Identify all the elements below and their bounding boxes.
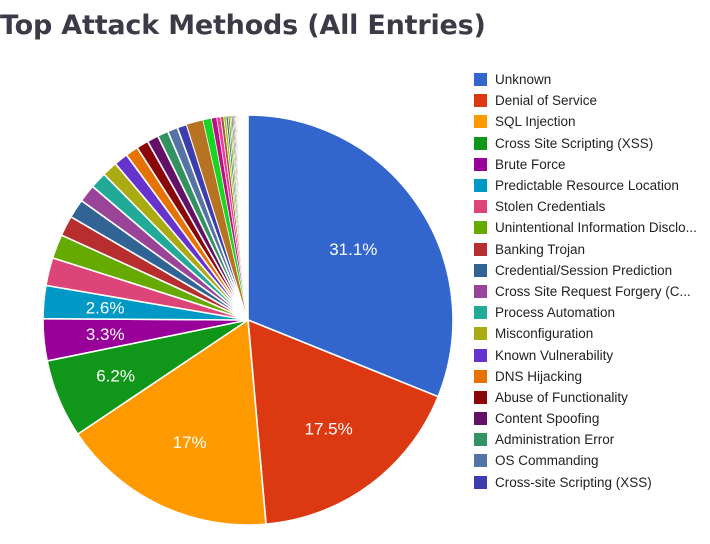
- legend-color-swatch: [474, 179, 487, 193]
- legend-color-swatch: [474, 348, 487, 362]
- pie-plot-area: 31.1% 17.5% 17% 6.2% 3.3% 2.6%: [0, 55, 470, 544]
- legend-color-swatch: [474, 136, 487, 150]
- legend-item-label: Credential/Session Prediction: [495, 262, 673, 278]
- legend-item-label: OS Commanding: [495, 453, 599, 469]
- legend-item-label: Stolen Credentials: [495, 199, 606, 215]
- legend-color-swatch: [474, 369, 487, 383]
- legend-color-swatch: [474, 284, 487, 298]
- legend-item-label: Banking Trojan: [495, 241, 586, 257]
- pie-svg: 31.1% 17.5% 17% 6.2% 3.3% 2.6%: [42, 114, 454, 526]
- legend-item-label: Administration Error: [495, 432, 615, 448]
- legend-color-swatch: [474, 306, 487, 320]
- legend-item-label: Denial of Service: [495, 93, 598, 109]
- legend-item[interactable]: Content Spoofing: [474, 408, 706, 429]
- legend-item[interactable]: Administration Error: [474, 429, 706, 450]
- legend-item[interactable]: Cross Site Request Forgery (C...: [474, 281, 706, 302]
- legend-color-swatch: [474, 73, 487, 87]
- pie-slice-percent-label: 6.2%: [96, 366, 135, 385]
- legend-item[interactable]: Cross-site Scripting (XSS): [474, 472, 706, 493]
- legend-item-label: Cross Site Scripting (XSS): [495, 135, 654, 151]
- legend-color-swatch: [474, 242, 487, 256]
- chart-title: Top Attack Methods (All Entries): [0, 10, 486, 41]
- legend-item[interactable]: Abuse of Functionality: [474, 387, 706, 408]
- legend-color-swatch: [474, 433, 487, 447]
- legend-item-label: DNS Hijacking: [495, 368, 583, 384]
- legend-color-swatch: [474, 412, 487, 426]
- legend-item-label: Process Automation: [495, 305, 616, 321]
- legend-item-label: SQL Injection: [495, 114, 576, 130]
- pie-slice-percent-label: 17%: [173, 433, 207, 452]
- legend-color-swatch: [474, 454, 487, 468]
- legend-color-swatch: [474, 263, 487, 277]
- legend-item[interactable]: Unknown: [474, 69, 706, 90]
- legend-color-swatch: [474, 200, 487, 214]
- legend-item[interactable]: Banking Trojan: [474, 239, 706, 260]
- legend-color-swatch: [474, 390, 487, 404]
- pie-slice-percent-label: 2.6%: [86, 298, 125, 317]
- legend-color-swatch: [474, 221, 487, 235]
- legend-item[interactable]: Denial of Service: [474, 90, 706, 111]
- legend-item-label: Abuse of Functionality: [495, 389, 628, 405]
- pie-slice-percent-label: 3.3%: [86, 325, 125, 344]
- legend-color-swatch: [474, 94, 487, 108]
- legend-item-label: Unintentional Information Disclo...: [495, 220, 697, 236]
- pie-slices-group: [42, 114, 454, 526]
- legend-item[interactable]: Brute Force: [474, 154, 706, 175]
- legend-item[interactable]: Known Vulnerability: [474, 344, 706, 365]
- legend-color-swatch: [474, 475, 487, 489]
- legend-item[interactable]: Credential/Session Prediction: [474, 260, 706, 281]
- legend-item[interactable]: Predictable Resource Location: [474, 175, 706, 196]
- legend-item-label: Brute Force: [495, 156, 566, 172]
- legend-item-label: Content Spoofing: [495, 411, 600, 427]
- legend-item[interactable]: Unintentional Information Disclo...: [474, 217, 706, 238]
- legend-item-label: Cross Site Request Forgery (C...: [495, 283, 691, 299]
- legend-item[interactable]: Stolen Credentials: [474, 196, 706, 217]
- legend-item-label: Predictable Resource Location: [495, 178, 679, 194]
- legend-item-label: Cross-site Scripting (XSS): [495, 474, 652, 490]
- legend-color-swatch: [474, 327, 487, 341]
- legend-item-label: Misconfiguration: [495, 326, 594, 342]
- pie-chart-container: Top Attack Methods (All Entries) 31.1% 17…: [0, 0, 710, 544]
- legend-item[interactable]: Misconfiguration: [474, 323, 706, 344]
- legend-color-swatch: [474, 157, 487, 171]
- legend-item-label: Unknown: [495, 72, 552, 88]
- legend-color-swatch: [474, 115, 487, 129]
- legend-item[interactable]: Cross Site Scripting (XSS): [474, 133, 706, 154]
- legend-item-label: Known Vulnerability: [495, 347, 614, 363]
- pie-slice-percent-label: 31.1%: [329, 240, 377, 259]
- legend-item[interactable]: SQL Injection: [474, 111, 706, 132]
- legend-item[interactable]: DNS Hijacking: [474, 366, 706, 387]
- pie-slice-percent-label: 17.5%: [304, 420, 352, 439]
- chart-legend: Unknown Denial of Service SQL Injection Cro…: [474, 69, 706, 493]
- legend-item[interactable]: Process Automation: [474, 302, 706, 323]
- legend-item[interactable]: OS Commanding: [474, 450, 706, 471]
